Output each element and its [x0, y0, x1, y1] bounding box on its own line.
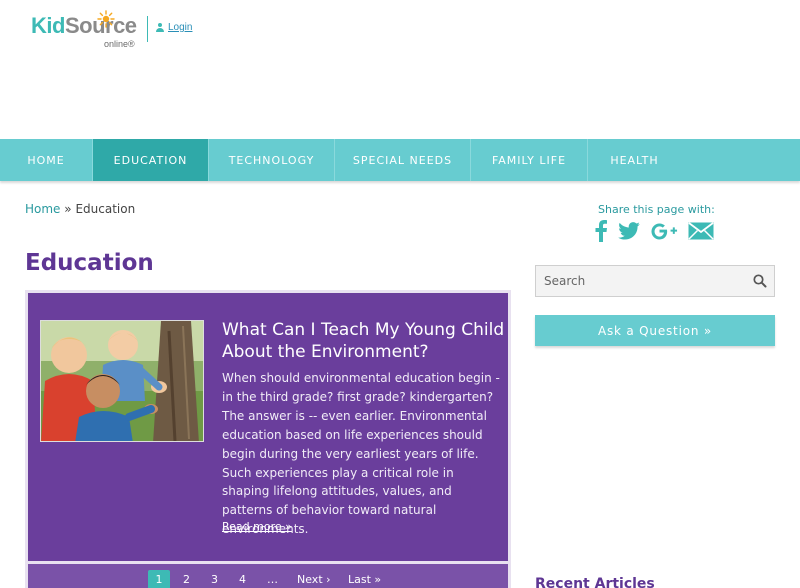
main-nav: HOME EDUCATION TECHNOLOGY SPECIAL NEEDS … — [0, 139, 800, 181]
nav-item-special-needs[interactable]: SPECIAL NEEDS — [335, 139, 471, 181]
last-page-button[interactable]: Last » — [348, 570, 381, 588]
read-more-link[interactable]: Read more » — [222, 520, 292, 533]
breadcrumb-separator: » — [64, 202, 72, 216]
user-icon — [156, 23, 164, 32]
breadcrumb: Home » Education — [25, 202, 135, 216]
featured-article: What Can I Teach My Young Child About th… — [25, 290, 511, 564]
breadcrumb-home-link[interactable]: Home — [25, 202, 60, 216]
search-box — [535, 265, 775, 297]
login-label: Login — [168, 22, 193, 33]
share-label: Share this page with: — [598, 203, 715, 216]
ask-question-button[interactable]: Ask a Question » — [535, 315, 775, 346]
recent-articles-heading: Recent Articles — [535, 576, 655, 588]
nav-item-family-life[interactable]: FAMILY LIFE — [471, 139, 588, 181]
header-divider — [147, 16, 148, 42]
nav-item-health[interactable]: HEALTH — [588, 139, 681, 181]
page-4-button[interactable]: 4 — [239, 570, 246, 588]
page-3-button[interactable]: 3 — [211, 570, 218, 588]
feature-image[interactable] — [40, 320, 204, 442]
share-icons — [594, 220, 714, 242]
email-icon[interactable] — [688, 222, 714, 240]
page-title: Education — [25, 250, 154, 276]
pagination: 1 2 3 4 … Next › Last » — [25, 564, 511, 588]
google-plus-icon[interactable] — [650, 222, 678, 240]
kidsource-logo[interactable]: KidSource online® — [31, 10, 141, 50]
page-ellipsis: … — [267, 573, 278, 586]
sun-icon — [97, 10, 115, 28]
logo-tagline: online® — [104, 39, 135, 49]
nav-item-education[interactable]: EDUCATION — [93, 139, 209, 181]
facebook-icon[interactable] — [594, 220, 608, 242]
twitter-icon[interactable] — [618, 222, 640, 240]
page-1-button[interactable]: 1 — [148, 570, 170, 588]
page-2-button[interactable]: 2 — [183, 570, 190, 588]
login-link[interactable]: Login — [156, 22, 192, 33]
nav-item-home[interactable]: HOME — [0, 139, 93, 181]
children-tree-photo-icon — [41, 321, 203, 441]
search-icon[interactable] — [752, 273, 768, 289]
nav-item-technology[interactable]: TECHNOLOGY — [209, 139, 335, 181]
search-input[interactable] — [544, 266, 744, 296]
feature-summary: When should environmental education begi… — [222, 371, 500, 537]
breadcrumb-current: Education — [75, 202, 136, 216]
next-page-button[interactable]: Next › — [297, 570, 331, 588]
logo-wordmark: KidSource — [31, 13, 137, 38]
feature-title-link[interactable]: What Can I Teach My Young Child About th… — [222, 319, 506, 363]
